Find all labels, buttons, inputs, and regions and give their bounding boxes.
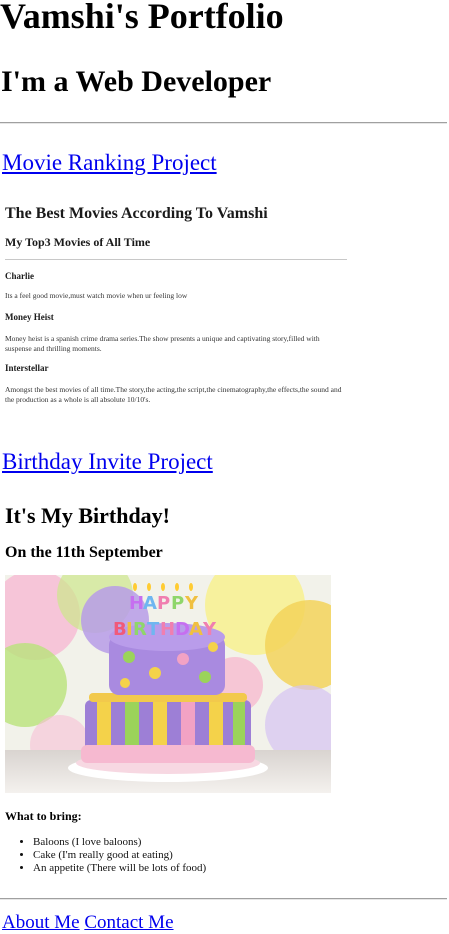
svg-text:Y: Y — [184, 593, 199, 614]
svg-text:I: I — [126, 619, 133, 640]
movie-name-money-heist: Money Heist — [5, 312, 54, 322]
about-me-link[interactable]: About Me — [2, 912, 80, 933]
birthday-invite-project-link[interactable]: Birthday Invite Project — [2, 449, 213, 475]
svg-text:B: B — [113, 619, 127, 640]
bring-list: Baloons (I love baloons) Cake (I'm reall… — [5, 836, 206, 875]
svg-text:P: P — [157, 593, 170, 614]
svg-text:P: P — [171, 593, 184, 614]
movie-name-interstellar: Interstellar — [5, 363, 49, 373]
birthday-invite-preview: It's My Birthday! On the 11th September — [5, 503, 347, 883]
page-title: Vamshi's Portfolio — [0, 0, 284, 36]
birthday-cake-image: H A P P Y B I R T H D A Y — [5, 575, 331, 793]
svg-text:H: H — [160, 619, 175, 640]
footer-nav: About Me Contact Me — [2, 912, 174, 934]
svg-text:A: A — [189, 619, 203, 640]
movie-name-charlie: Charlie — [5, 271, 34, 281]
svg-text:R: R — [133, 619, 147, 640]
movie-frame-subtitle: My Top3 Movies of All Time — [5, 235, 151, 249]
movie-frame-title: The Best Movies According To Vamshi — [5, 205, 268, 222]
movie-ranking-project-link[interactable]: Movie Ranking Project — [2, 150, 217, 176]
svg-text:H: H — [129, 593, 144, 614]
movie-frame-divider — [5, 259, 347, 260]
svg-text:D: D — [175, 619, 190, 640]
birthday-title: It's My Birthday! — [5, 503, 170, 528]
list-item: An appetite (There will be lots of food) — [33, 862, 206, 875]
birthday-date: On the 11th September — [5, 544, 163, 561]
list-item: Baloons (I love baloons) — [33, 836, 206, 849]
divider — [0, 122, 447, 124]
svg-text:T: T — [147, 619, 160, 640]
bring-heading: What to bring: — [5, 809, 82, 823]
contact-me-link[interactable]: Contact Me — [84, 912, 173, 933]
page-subtitle: I'm a Web Developer — [1, 65, 272, 98]
movie-description-money-heist: Money heist is a spanish crime drama ser… — [5, 334, 320, 353]
movie-description-charlie: Its a feel good movie,must watch movie w… — [5, 291, 188, 300]
list-item: Cake (I'm really good at eating) — [33, 849, 206, 862]
movie-description-interstellar: Amongst the best movies of all time.The … — [5, 385, 342, 404]
footer-divider — [0, 898, 447, 900]
movie-ranking-preview: The Best Movies According To Vamshi My T… — [5, 200, 347, 420]
svg-text:A: A — [143, 593, 157, 614]
svg-text:Y: Y — [202, 619, 217, 640]
